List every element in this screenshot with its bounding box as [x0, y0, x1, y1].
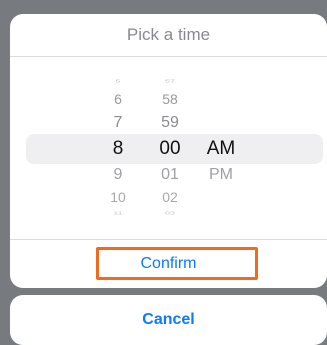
meridiem-option[interactable]: PM [198, 165, 244, 185]
divider [10, 56, 327, 57]
minute-option[interactable]: 02 [146, 188, 194, 206]
hour-option[interactable]: 11 [94, 210, 142, 216]
meridiem-option-selected[interactable]: AM [198, 137, 244, 161]
hour-option[interactable]: 9 [94, 165, 142, 185]
time-picker-wheel[interactable]: 5 6 7 8 9 10 11 57 58 59 00 01 02 03 AM … [10, 69, 327, 236]
hour-option[interactable]: 7 [94, 113, 142, 133]
minute-option[interactable]: 58 [146, 90, 194, 108]
hour-option[interactable]: 5 [94, 78, 142, 84]
hour-option[interactable]: 10 [94, 188, 142, 206]
minute-option[interactable]: 59 [146, 113, 194, 133]
time-picker-sheet: Pick a time 5 6 7 8 9 10 11 57 58 59 00 … [10, 14, 327, 288]
cancel-button[interactable]: Cancel [10, 295, 327, 345]
minute-option[interactable]: 01 [146, 165, 194, 185]
background-app-fragment [20, 0, 60, 10]
sheet-title: Pick a time [126, 25, 211, 44]
minute-option[interactable]: 57 [146, 78, 194, 84]
minute-option[interactable]: 03 [146, 210, 194, 216]
minute-option-selected[interactable]: 00 [146, 137, 194, 161]
hour-option[interactable]: 6 [94, 90, 142, 108]
confirm-button[interactable]: Confirm [10, 240, 327, 288]
hour-option-selected[interactable]: 8 [94, 137, 142, 161]
